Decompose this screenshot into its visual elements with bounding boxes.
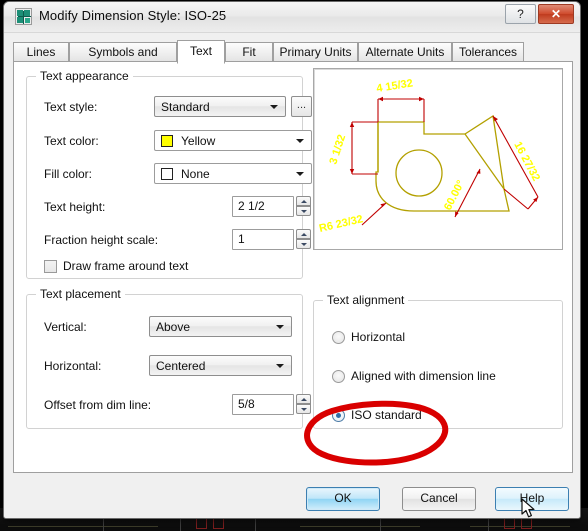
offset-spin-buttons[interactable]	[296, 394, 311, 415]
text-height-input[interactable]: 2 1/2	[232, 196, 294, 217]
vertical-label: Vertical:	[44, 320, 87, 334]
dim-radius-label: R6 23/32	[318, 213, 364, 235]
text-style-browse-button[interactable]: ...	[291, 96, 312, 117]
fraction-height-scale-label: Fraction height scale:	[44, 233, 159, 247]
radio-aligned-label: Aligned with dimension line	[351, 369, 496, 383]
text-alignment-group: Text alignment Horizontal Aligned with d…	[313, 293, 563, 429]
text-color-label: Text color:	[44, 134, 99, 148]
tab-lines[interactable]: Lines	[13, 42, 69, 62]
offset-from-dim-line-label: Offset from dim line:	[44, 398, 152, 412]
radio-horizontal-label: Horizontal	[351, 330, 406, 344]
title-help-button[interactable]: ?	[505, 4, 536, 24]
text-height-spin-buttons[interactable]	[296, 196, 311, 217]
chevron-down-icon	[276, 325, 284, 329]
text-style-label: Text style:	[44, 100, 98, 114]
spin-down-icon[interactable]	[296, 239, 311, 249]
text-appearance-legend: Text appearance	[36, 69, 133, 83]
chevron-down-icon	[296, 172, 304, 176]
close-icon[interactable]: ✕	[538, 4, 574, 24]
dim-left-height-label: 3 1/32	[327, 133, 348, 166]
backdrop-line	[300, 526, 420, 527]
text-style-combo[interactable]: Standard	[154, 96, 286, 117]
radio-iso-standard-label: ISO standard	[351, 408, 422, 422]
horizontal-combo[interactable]: Centered	[149, 355, 292, 376]
tab-bar: Lines Symbols and Arrows Text Fit Primar…	[13, 40, 573, 77]
title-bar[interactable]: Modify Dimension Style: ISO-25 ? ✕	[4, 2, 580, 33]
dim-angle-label: 60.00°	[442, 178, 467, 212]
text-placement-legend: Text placement	[36, 287, 125, 301]
text-height-stepper[interactable]: 2 1/2	[232, 196, 312, 217]
tab-symbols-and-arrows[interactable]: Symbols and Arrows	[69, 42, 177, 77]
backdrop-line	[470, 526, 570, 527]
dimension-style-icon	[15, 8, 32, 25]
fill-color-value: None	[181, 167, 210, 181]
tab-tolerances[interactable]: Tolerances	[452, 42, 524, 62]
dimension-style-preview: 4 15/32 3 1/32 R6 23/32 60.00° 16 27/32	[313, 68, 563, 250]
spin-up-icon[interactable]	[296, 394, 311, 404]
fill-color-combo[interactable]: None	[154, 163, 312, 184]
mouse-cursor-icon	[521, 498, 535, 518]
ok-button[interactable]: OK	[306, 487, 380, 511]
tab-fit[interactable]: Fit	[225, 42, 273, 62]
text-appearance-group: Text appearance Text style: Standard ...…	[26, 69, 312, 279]
window-title: Modify Dimension Style: ISO-25	[39, 8, 227, 23]
fraction-height-spin-buttons[interactable]	[296, 229, 311, 250]
fraction-height-scale-stepper[interactable]: 1	[232, 229, 312, 250]
fill-color-swatch	[161, 168, 173, 180]
text-alignment-legend: Text alignment	[323, 293, 409, 307]
modify-dimension-style-dialog: Modify Dimension Style: ISO-25 ? ✕ Lines…	[3, 1, 581, 519]
fraction-height-scale-input[interactable]: 1	[232, 229, 294, 250]
fill-color-label: Fill color:	[44, 167, 93, 181]
preview-drawing: 4 15/32 3 1/32 R6 23/32 60.00° 16 27/32	[318, 77, 542, 235]
radio-dot[interactable]	[332, 331, 345, 344]
spin-up-icon[interactable]	[296, 196, 311, 206]
spin-down-icon[interactable]	[296, 206, 311, 216]
text-placement-group: Text placement Vertical: Above Horizonta…	[26, 287, 311, 429]
cancel-button[interactable]: Cancel	[402, 487, 476, 511]
chevron-down-icon	[276, 364, 284, 368]
chevron-down-icon	[270, 105, 278, 109]
tab-text[interactable]: Text	[177, 40, 225, 64]
radio-dot[interactable]	[332, 370, 345, 383]
text-color-combo[interactable]: Yellow	[154, 130, 312, 151]
chevron-down-icon	[296, 139, 304, 143]
text-tab-panel: Text appearance Text style: Standard ...…	[13, 61, 573, 473]
vertical-combo[interactable]: Above	[149, 316, 292, 337]
text-height-label: Text height:	[44, 200, 106, 214]
horizontal-label: Horizontal:	[44, 359, 102, 373]
checkbox-box[interactable]	[44, 260, 57, 273]
backdrop-line	[8, 526, 158, 527]
offset-input[interactable]: 5/8	[232, 394, 294, 415]
tab-primary-units[interactable]: Primary Units	[273, 42, 358, 62]
tab-alternate-units[interactable]: Alternate Units	[358, 42, 452, 62]
offset-stepper[interactable]: 5/8	[232, 394, 312, 415]
dim-top-width-label: 4 15/32	[376, 77, 414, 95]
radio-dot[interactable]	[332, 409, 345, 422]
text-color-swatch	[161, 135, 173, 147]
text-style-value: Standard	[161, 100, 210, 114]
text-color-value: Yellow	[181, 134, 216, 148]
draw-frame-label: Draw frame around text	[63, 259, 189, 273]
spin-down-icon[interactable]	[296, 404, 311, 414]
horizontal-value: Centered	[156, 359, 206, 373]
vertical-value: Above	[156, 320, 191, 334]
spin-up-icon[interactable]	[296, 229, 311, 239]
